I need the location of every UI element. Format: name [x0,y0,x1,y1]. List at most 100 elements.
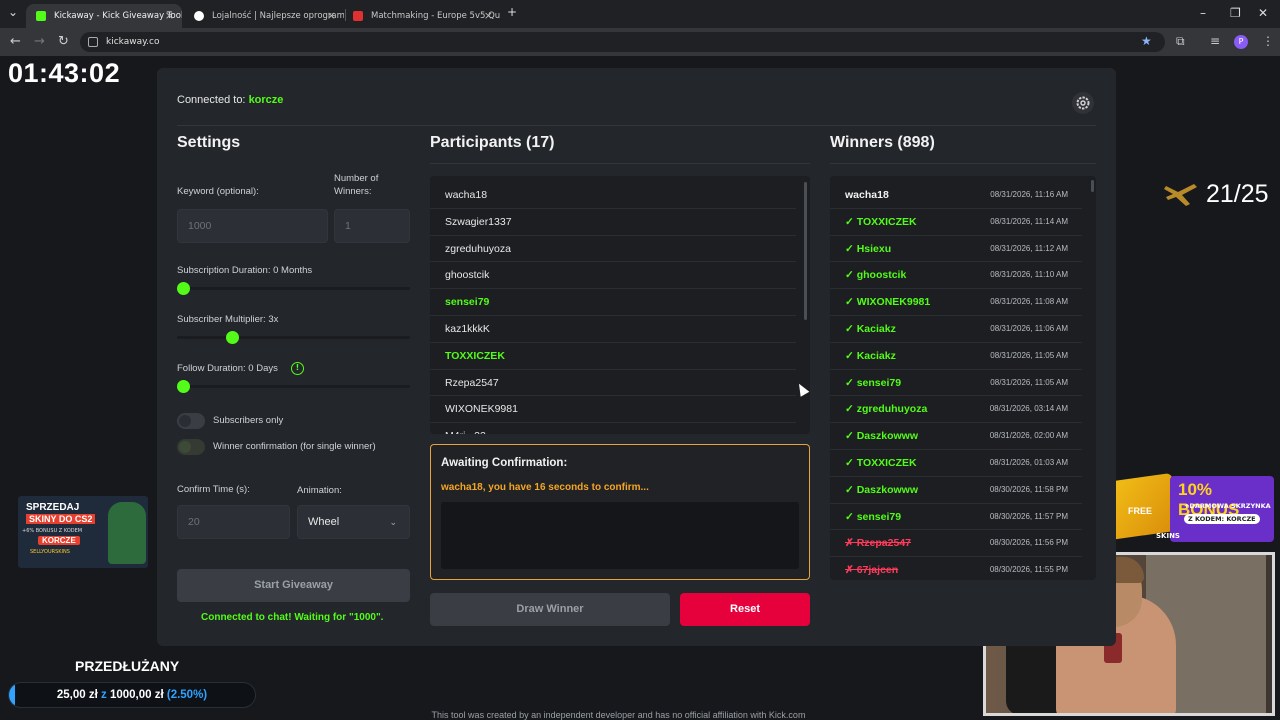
winner-time: 08/31/2026, 11:05 AM [990,377,1068,387]
footer-disclaimer: This tool was created by an independent … [431,710,806,720]
sub-goal-title: PRZEDŁUŻANY [75,658,180,674]
participants-scrollbar[interactable] [804,182,807,320]
menu-dots-icon[interactable]: ⋮ [1262,34,1274,48]
tab-kickaway[interactable]: Kickaway - Kick Giveaway Tool × [26,4,182,28]
goal-percent: (2.50%) [166,689,208,701]
keyword-input[interactable]: 1000 [177,209,328,243]
participant-name: WIXONEK9981 [445,403,518,416]
tab-matchmaking[interactable]: Matchmaking - Europe 5v5 Qu × [343,4,501,28]
follow-duration-thumb[interactable] [177,380,190,393]
kick-favicon-icon [36,11,46,21]
subscribers-only-toggle[interactable] [177,413,205,429]
winner-name: ✓ zgreduhuyoza [845,403,928,416]
back-arrow-icon[interactable]: ← [10,34,21,49]
winner-name: ✓ Hsiexu [845,242,892,255]
winner-confirmation-toggle[interactable] [177,439,205,455]
follow-duration-value: 0 [248,363,254,374]
close-tab-icon[interactable]: × [484,9,493,22]
subscriber-multiplier-slider[interactable] [177,336,410,339]
animation-label: Animation: [297,485,342,496]
site-info-icon[interactable] [88,37,98,47]
start-giveaway-button[interactable]: Start Giveaway [177,569,410,602]
plus-icon[interactable]: + [507,5,517,19]
promo-line: SKINY DO CS2 [26,514,96,524]
confirmation-title: Awaiting Confirmation: [441,457,568,469]
subscriber-multiplier-thumb[interactable] [226,331,239,344]
winner-name: ✓ Kaciakz [845,323,896,335]
extensions-icon[interactable]: ⧉ [1176,34,1185,49]
channel-name: korcze [248,94,284,106]
winner-row: ✓ sensei79 08/30/2026, 11:57 PM [830,504,1082,531]
profile-avatar-icon[interactable]: P [1234,35,1248,49]
close-window-icon[interactable]: ✕ [1258,6,1268,20]
goal-separator: z [100,689,107,701]
winner-name: ✓ TOXXICZEK [845,457,917,469]
follow-duration-label: Follow Duration: 0 Days [177,362,278,375]
winner-name: ✓ TOXXICZEK [845,215,917,228]
site-favicon-icon [194,11,204,21]
restore-icon[interactable]: ❐ [1230,6,1241,20]
subscription-duration-thumb[interactable] [177,282,190,295]
browser-address-bar: ← → ↻ kickaway.co ★ ⧉ ≡ P ⋮ [0,28,1280,56]
winner-row: ✓ Kaciakz 08/31/2026, 11:06 AM [830,316,1082,343]
tab-title: Lojalność | Najlepsze oprogram [212,11,344,21]
close-tab-icon[interactable]: × [327,9,336,22]
sub-goal-label: 25,00 zł z 1000,00 zł (2.50%) [9,689,255,701]
confirm-time-input[interactable]: 20 [177,505,290,539]
winner-time: 08/31/2026, 02:00 AM [989,431,1068,441]
sub-goal-widget: PRZEDŁUŻANY 25,00 zł z 1000,00 zł (2.50%… [0,656,262,712]
faceit-favicon-icon [353,11,363,21]
winner-row: ✓ zgreduhuyoza 08/31/2026, 03:14 AM [830,396,1082,424]
settings-title: Settings [177,134,241,151]
subscription-duration-slider[interactable] [177,287,410,290]
winner-chat-area [441,502,799,569]
winners-scrollbar[interactable] [1091,180,1094,192]
reset-button[interactable]: Reset [680,593,810,626]
airplane-icon [1164,184,1197,206]
reload-icon[interactable]: ↻ [58,34,69,49]
confirm-time-label: Confirm Time (s): [177,484,250,495]
participant-row: TOXXICZEK [430,343,796,370]
winner-name: ✓ Kaciakz [845,349,896,362]
goal-current: 25,00 zł [56,689,98,701]
header-divider [177,125,1096,126]
participant-name: zgreduhuyoza [445,242,511,255]
participant-row: Rzepa2547 [430,370,796,397]
promo-code: Z KODEM: KORCZE [1184,514,1260,524]
sellyourskins-promo: SPRZEDAJ SKINY DO CS2 +6% BONUSU Z KODEM… [18,496,148,568]
tab-search-icon[interactable]: ⌄ [8,5,18,19]
participant-row: wacha18 [430,182,796,209]
tab-lojalnosc[interactable]: Lojalność | Najlepsze oprogram × [184,4,344,28]
close-tab-icon[interactable]: × [165,9,174,22]
participant-name: Szwagier1337 [445,215,512,228]
winner-time: 08/31/2026, 11:05 AM [990,350,1068,360]
winner-row: ✓ ghoostcik 08/31/2026, 11:10 AM [830,262,1082,290]
draw-winner-button[interactable]: Draw Winner [430,593,670,626]
forward-arrow-icon[interactable]: → [34,34,45,49]
promo-sub: +DARMOWA SKRZYNKA [1184,502,1271,510]
follow-duration-slider[interactable] [177,385,410,388]
info-icon[interactable]: ! [291,362,304,375]
settings-gear-button[interactable] [1072,92,1094,114]
winner-row: ✓ Kaciakz 08/31/2026, 11:05 AM [830,343,1082,370]
participant-row: sensei79 [430,289,796,316]
promo-line: SPRZEDAJ [26,502,80,513]
winner-row: wacha18 08/31/2026, 11:16 AM [830,182,1082,209]
bookmark-star-icon[interactable]: ★ [1141,34,1152,48]
participant-name: kaz1kkkK [445,323,490,335]
animation-select[interactable]: Wheel ⌄ [297,505,410,539]
participant-row: Szwagier1337 [430,209,796,236]
participant-row: kaz1kkkK [430,316,796,343]
subscriber-multiplier-label: Subscriber Multiplier: 3x [177,314,279,325]
minimize-icon[interactable]: – [1200,6,1206,20]
url-field[interactable]: kickaway.co [80,32,1165,52]
winners-count-input[interactable]: 1 [334,209,410,243]
participants-divider [430,163,810,164]
promo-line: +6% BONUSU Z KODEM [22,528,83,534]
promo-brand: SELLYOURSKINS [30,549,70,555]
participant-name: sensei79 [445,296,490,309]
winner-time: 08/31/2026, 11:08 AM [990,297,1068,307]
kickaway-panel: Connected to: korcze Settings Keyword (o… [157,68,1116,646]
media-queue-icon[interactable]: ≡ [1210,34,1220,48]
follow-duration-text: Follow Duration: [177,363,246,374]
